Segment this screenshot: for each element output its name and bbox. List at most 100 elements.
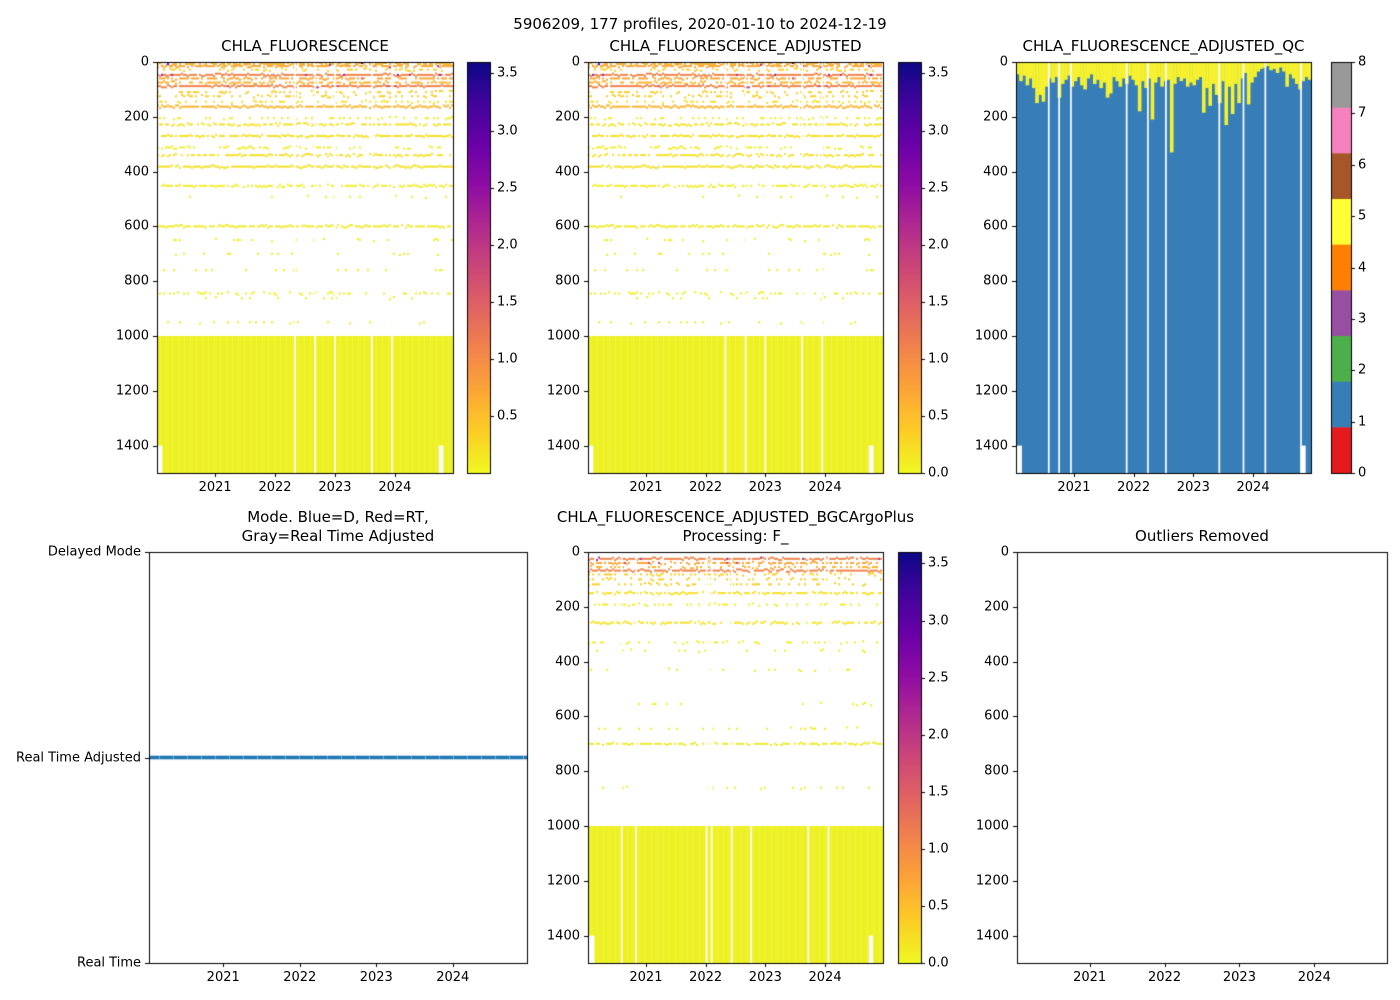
- y-tick-label: 600: [555, 219, 580, 234]
- colorbar-tick-label: 2.0: [928, 237, 949, 252]
- colorbar-tick-label: 3.0: [928, 123, 949, 138]
- colorbar-tick-label: 2: [1358, 363, 1366, 378]
- x-tick-label: 2022: [283, 970, 316, 985]
- x-tick-label: 2022: [689, 480, 722, 495]
- y-tick-label: 1200: [547, 383, 580, 398]
- colorbar-tick-label: 2.5: [497, 180, 518, 195]
- x-tick-label: 2021: [207, 970, 240, 985]
- y-tick-label: 600: [983, 219, 1008, 234]
- y-tick-label: 200: [124, 109, 149, 124]
- y-tick-label: 800: [555, 764, 580, 779]
- y-tick-label: 1200: [976, 873, 1009, 888]
- y-tick-label: 1000: [116, 329, 149, 344]
- colorbar-tick-label: 3: [1358, 311, 1366, 326]
- y-tick-label: 400: [555, 654, 580, 669]
- figure: 5906209, 177 profiles, 2020-01-10 to 202…: [0, 0, 1400, 1000]
- panel-title-outliers-removed: Outliers Removed: [1135, 527, 1269, 546]
- y-tick-label: 1400: [547, 928, 580, 943]
- y-tick-label: 1000: [547, 329, 580, 344]
- panel-title-bgcargoplus: CHLA_FLUORESCENCE_ADJUSTED_BGCArgoPlus P…: [557, 508, 914, 546]
- y-tick-label: 1000: [975, 329, 1008, 344]
- colorbar-tick-label: 6: [1358, 157, 1366, 172]
- y-tick-label: 400: [984, 654, 1009, 669]
- y-tick-label: 400: [124, 164, 149, 179]
- y-tick-label: 200: [983, 109, 1008, 124]
- x-tick-label: 2024: [436, 970, 469, 985]
- y-tick-label: 600: [555, 709, 580, 724]
- x-tick-label: 2024: [1298, 970, 1331, 985]
- colorbar-tick-label: 1.0: [497, 351, 518, 366]
- colorbar-tick-label: 5: [1358, 209, 1366, 224]
- y-tick-label: 400: [983, 164, 1008, 179]
- x-tick-label: 2024: [809, 480, 842, 495]
- y-tick-label: Real Time: [77, 956, 141, 971]
- y-tick-label: 1000: [547, 819, 580, 834]
- x-tick-label: 2023: [1223, 970, 1256, 985]
- colorbar-tick-label: 1.0: [928, 841, 949, 856]
- colorbar-tick-label: 0.5: [928, 898, 949, 913]
- y-tick-label: 800: [124, 274, 149, 289]
- colorbar-tick-label: 4: [1358, 260, 1366, 275]
- panel-title-mode: Mode. Blue=D, Red=RT, Gray=Real Time Adj…: [242, 508, 435, 546]
- y-tick-label: 200: [555, 599, 580, 614]
- x-tick-label: 2023: [749, 970, 782, 985]
- x-tick-label: 2021: [199, 480, 232, 495]
- x-tick-label: 2024: [1237, 480, 1270, 495]
- colorbar-tick-label: 2.5: [928, 670, 949, 685]
- x-tick-label: 2023: [749, 480, 782, 495]
- y-tick-label: 1200: [975, 383, 1008, 398]
- y-tick-label: 0: [572, 55, 580, 70]
- colorbar-tick-label: 1: [1358, 414, 1366, 429]
- colorbar-tick-label: 0.5: [497, 408, 518, 423]
- y-tick-label: Real Time Adjusted: [16, 750, 141, 765]
- y-tick-label: 800: [555, 274, 580, 289]
- y-tick-label: 600: [124, 219, 149, 234]
- x-tick-label: 2021: [1057, 480, 1090, 495]
- x-tick-label: 2022: [689, 970, 722, 985]
- y-tick-label: 200: [984, 599, 1009, 614]
- panel-title-chla-fluorescence: CHLA_FLUORESCENCE: [221, 37, 389, 56]
- y-tick-label: 1400: [975, 438, 1008, 453]
- colorbar-tick-label: 0.5: [928, 408, 949, 423]
- colorbar-tick-label: 2.0: [497, 237, 518, 252]
- colorbar-tick-label: 3.0: [497, 123, 518, 138]
- y-tick-label: 0: [1001, 545, 1009, 560]
- x-tick-label: 2023: [360, 970, 393, 985]
- y-tick-label: 800: [984, 764, 1009, 779]
- x-tick-label: 2022: [1117, 480, 1150, 495]
- y-tick-label: 0: [141, 55, 149, 70]
- y-tick-label: 1400: [547, 438, 580, 453]
- y-tick-label: 0: [572, 545, 580, 560]
- colorbar-tick-label: 3.5: [928, 556, 949, 571]
- x-tick-label: 2024: [378, 480, 411, 495]
- colorbar-tick-label: 8: [1358, 55, 1366, 70]
- y-tick-label: 1000: [976, 819, 1009, 834]
- y-tick-label: 600: [984, 709, 1009, 724]
- colorbar-tick-label: 3.0: [928, 613, 949, 628]
- colorbar-tick-label: 1.5: [928, 294, 949, 309]
- panel-title-chla-fluorescence-adjusted: CHLA_FLUORESCENCE_ADJUSTED: [609, 37, 861, 56]
- colorbar-tick-label: 2.0: [928, 727, 949, 742]
- plots-canvas: [0, 0, 1400, 1000]
- x-tick-label: 2024: [809, 970, 842, 985]
- colorbar-tick-label: 0: [1358, 466, 1366, 481]
- x-tick-label: 2022: [1148, 970, 1181, 985]
- y-tick-label: Delayed Mode: [48, 545, 141, 560]
- x-tick-label: 2021: [1073, 970, 1106, 985]
- colorbar-tick-label: 0.0: [928, 956, 949, 971]
- y-tick-label: 800: [983, 274, 1008, 289]
- colorbar-tick-label: 3.5: [928, 66, 949, 81]
- y-tick-label: 1200: [116, 383, 149, 398]
- colorbar-tick-label: 2.5: [928, 180, 949, 195]
- x-tick-label: 2023: [1177, 480, 1210, 495]
- y-tick-label: 200: [555, 109, 580, 124]
- y-tick-label: 400: [555, 164, 580, 179]
- x-tick-label: 2021: [629, 970, 662, 985]
- colorbar-tick-label: 0.0: [928, 466, 949, 481]
- y-tick-label: 1200: [547, 873, 580, 888]
- y-tick-label: 0: [1000, 55, 1008, 70]
- colorbar-tick-label: 1.0: [928, 351, 949, 366]
- colorbar-tick-label: 1.5: [928, 784, 949, 799]
- y-tick-label: 1400: [976, 928, 1009, 943]
- figure-title: 5906209, 177 profiles, 2020-01-10 to 202…: [513, 15, 886, 33]
